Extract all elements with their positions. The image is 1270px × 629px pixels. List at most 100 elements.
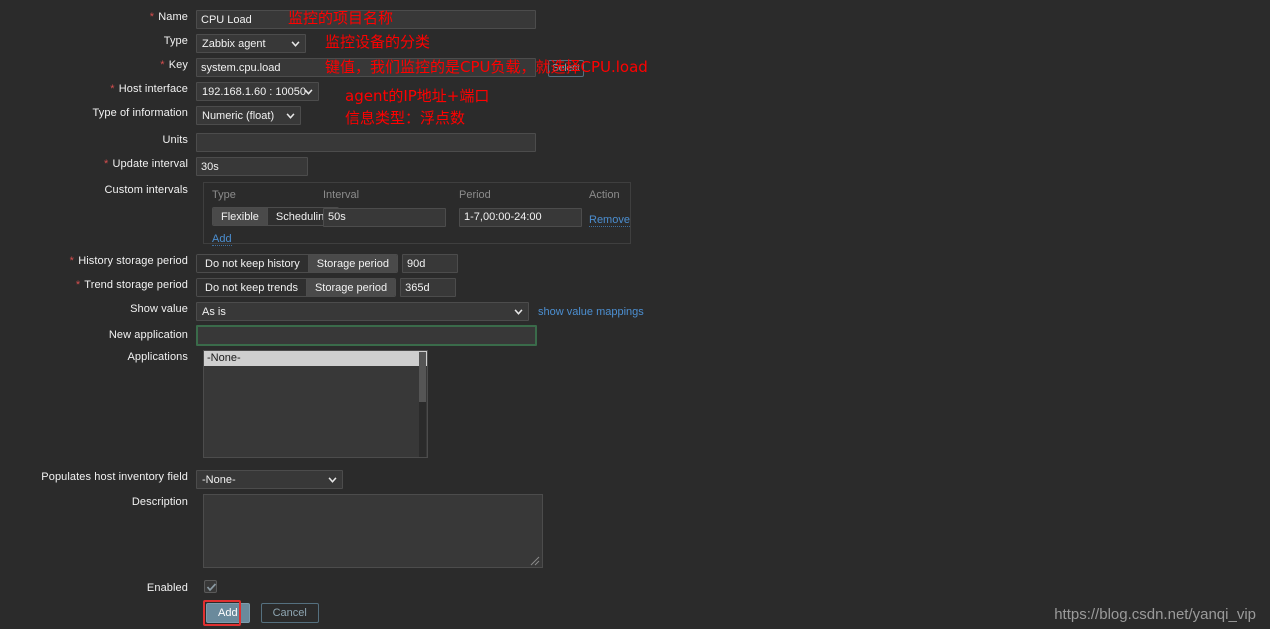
required-marker: * xyxy=(160,59,165,71)
type-of-information-select-value: Numeric (float) xyxy=(202,109,275,122)
custom-interval-remove-cell: Remove xyxy=(589,210,630,228)
custom-interval-type-flexible[interactable]: Flexible xyxy=(213,208,267,225)
history-storage-period[interactable]: Storage period xyxy=(307,255,397,272)
form-row-name: * Name xyxy=(0,10,536,29)
form-row-description: Description xyxy=(0,495,196,509)
control-populates-host-inventory-field: -None- xyxy=(196,470,343,489)
label-new-application: New application xyxy=(108,329,188,341)
custom-intervals-header-period: Period xyxy=(459,189,491,201)
custom-intervals-header-type: Type xyxy=(212,189,236,201)
custom-intervals-header-action: Action xyxy=(589,189,620,201)
form-row-units: Units xyxy=(0,133,536,152)
chevron-down-icon xyxy=(328,476,337,483)
history-storage-period-input[interactable] xyxy=(401,254,458,273)
applications-scrollbar-thumb[interactable] xyxy=(419,352,426,402)
control-type: Zabbix agent xyxy=(196,34,306,53)
custom-interval-add-cell: Add xyxy=(212,229,232,247)
trend-storage-period[interactable]: Storage period xyxy=(305,279,396,296)
custom-interval-interval-cell xyxy=(323,207,446,227)
label-update-interval: * Update interval xyxy=(103,158,188,170)
required-marker: * xyxy=(103,158,109,170)
checkmark-icon xyxy=(206,583,217,592)
populates-host-inventory-select[interactable]: -None- xyxy=(196,470,343,489)
host-interface-select-value: 192.168.1.60 : 10050 xyxy=(202,85,306,98)
control-history-storage-period: Do not keep history Storage period xyxy=(196,254,458,273)
update-interval-input[interactable] xyxy=(196,157,308,176)
control-type-of-information: Numeric (float) xyxy=(196,106,301,125)
type-of-information-select[interactable]: Numeric (float) xyxy=(196,106,301,125)
required-marker: * xyxy=(75,279,81,291)
label-host-interface: * Host interface xyxy=(110,83,188,95)
type-select-value: Zabbix agent xyxy=(202,37,266,50)
custom-interval-type-toggle: Flexible Scheduling xyxy=(212,207,340,226)
annotation-host-interface: agent的IP地址+端口 xyxy=(345,87,490,105)
custom-intervals-table: Type Interval Period Action Flexible Sch… xyxy=(203,182,631,247)
history-storage-segmented: Do not keep history Storage period xyxy=(196,254,398,273)
control-host-interface: 192.168.1.60 : 10050 xyxy=(196,82,319,101)
host-interface-select[interactable]: 192.168.1.60 : 10050 xyxy=(196,82,319,101)
required-marker: * xyxy=(110,83,115,95)
type-select[interactable]: Zabbix agent xyxy=(196,34,306,53)
control-units xyxy=(196,133,536,152)
trend-storage-do-not-keep[interactable]: Do not keep trends xyxy=(197,279,306,296)
required-marker: * xyxy=(69,255,75,267)
label-history-storage-period: * History storage period xyxy=(69,255,188,267)
label-enabled: Enabled xyxy=(146,582,188,594)
annotation-type: 监控设备的分类 xyxy=(325,33,431,51)
add-button[interactable]: Add xyxy=(206,603,250,623)
label-custom-intervals: Custom intervals xyxy=(104,184,188,196)
required-marker: * xyxy=(149,11,155,23)
annotation-key: 键值，我们监控的是CPU负载，就选择CPU.load xyxy=(325,58,648,76)
custom-interval-interval-input[interactable] xyxy=(323,207,446,227)
chevron-down-icon xyxy=(286,112,295,119)
custom-interval-period-input[interactable] xyxy=(459,207,582,227)
label-type: Type xyxy=(163,35,188,47)
control-show-value: As is show value mappings xyxy=(196,302,644,321)
footer-buttons: Add Cancel xyxy=(206,603,319,623)
zabbix-item-form-page: * Name Type Zabbix agent * Key Select * … xyxy=(0,0,1270,629)
new-application-input[interactable] xyxy=(196,325,537,346)
form-row-applications: Applications xyxy=(0,350,196,364)
chevron-down-icon xyxy=(291,40,300,47)
populates-host-inventory-select-value: -None- xyxy=(202,473,236,486)
chevron-down-icon xyxy=(514,308,523,315)
trend-storage-segmented: Do not keep trends Storage period xyxy=(196,278,397,297)
custom-intervals-header-interval: Interval xyxy=(323,189,360,201)
custom-interval-add-link[interactable]: Add xyxy=(212,233,232,246)
watermark: https://blog.csdn.net/yanqi_vip xyxy=(1054,606,1256,623)
applications-listbox[interactable]: -None- xyxy=(203,350,428,458)
annotation-type-of-info: 信息类型：浮点数 xyxy=(345,109,466,127)
custom-interval-period-cell xyxy=(459,207,582,227)
label-name: * Name xyxy=(149,11,188,23)
label-key: * Key xyxy=(160,59,188,71)
history-storage-do-not-keep[interactable]: Do not keep history xyxy=(197,255,308,272)
form-row-populates-host-inventory-field: Populates host inventory field -None- xyxy=(0,470,343,489)
form-row-type-of-information: Type of information Numeric (float) xyxy=(0,106,301,125)
label-applications: Applications xyxy=(127,351,188,363)
chevron-down-icon xyxy=(304,88,313,95)
control-trend-storage-period: Do not keep trends Storage period xyxy=(196,278,457,297)
show-value-mappings-link[interactable]: show value mappings xyxy=(538,306,644,318)
label-populates-host-inventory-field: Populates host inventory field xyxy=(41,471,188,483)
form-row-enabled: Enabled xyxy=(0,581,196,595)
annotation-name: 监控的项目名称 xyxy=(288,9,394,27)
show-value-select[interactable]: As is xyxy=(196,302,529,321)
trend-storage-period-input[interactable] xyxy=(400,278,457,297)
applications-option-none[interactable]: -None- xyxy=(204,351,427,366)
form-row-show-value: Show value As is show value mappings xyxy=(0,302,644,321)
custom-interval-remove-link[interactable]: Remove xyxy=(589,214,630,227)
description-textarea[interactable] xyxy=(203,494,543,568)
units-input[interactable] xyxy=(196,133,536,152)
custom-interval-type-segmented: Flexible Scheduling xyxy=(212,207,340,226)
add-button-label: Add xyxy=(218,607,238,619)
label-trend-storage-period: * Trend storage period xyxy=(75,279,188,291)
cancel-button-label: Cancel xyxy=(272,607,307,619)
label-description: Description xyxy=(131,496,188,508)
applications-scrollbar[interactable] xyxy=(419,352,426,457)
enabled-checkbox[interactable] xyxy=(204,580,217,593)
cancel-button[interactable]: Cancel xyxy=(260,603,319,623)
show-value-select-value: As is xyxy=(202,305,226,318)
form-row-update-interval: * Update interval xyxy=(0,157,308,176)
control-update-interval xyxy=(196,157,308,176)
form-row-type: Type Zabbix agent xyxy=(0,34,306,53)
